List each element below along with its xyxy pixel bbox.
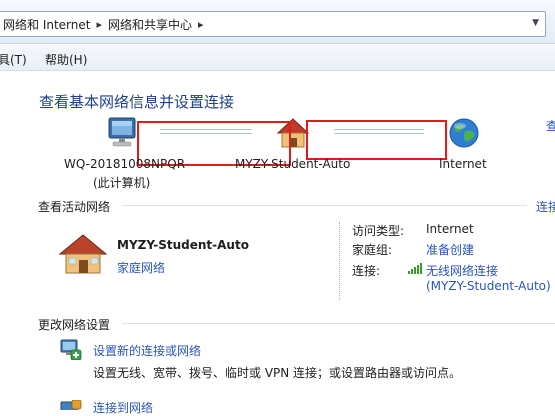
menu-bar: 具(T) 帮助(H) [0,45,555,71]
breadcrumb-separator-icon[interactable]: ▸ [198,18,204,31]
breadcrumb-network-internet[interactable]: 网络和 Internet [3,16,90,33]
section-divider [122,205,527,206]
wireless-connection-ssid[interactable]: (MYZY-Student-Auto) [426,279,551,293]
see-full-map-link[interactable]: 查 [546,117,555,134]
highlight-box [306,120,447,160]
address-bar-area: 网络和 Internet ▸ 网络和共享中心 ▸ ▼ [0,0,555,44]
menu-tools[interactable]: 具(T) [0,51,27,68]
address-bar[interactable]: 网络和 Internet ▸ 网络和共享中心 ▸ ▼ [0,11,546,37]
access-type-value: Internet [426,222,474,236]
page-title: 查看基本网络信息并设置连接 [39,93,235,111]
wireless-connection-link[interactable]: 无线网络连接 [426,262,498,279]
breadcrumb-sharing-center[interactable]: 网络和共享中心 [108,16,192,33]
computer-sub-label: (此计算机) [93,176,151,190]
setup-new-connection-desc: 设置无线、宽带、拨号、临时或 VPN 连接；或设置路由器或访问点。 [93,366,462,380]
home-network-icon [58,234,108,274]
change-settings-heading: 更改网络设置 [38,318,111,332]
connect-network-icon [60,400,82,410]
connections-label: 连接: [352,264,381,278]
setup-new-connection-link[interactable]: 设置新的连接或网络 [93,342,201,359]
breadcrumb-separator-icon[interactable]: ▸ [96,18,102,31]
access-type-label: 访问类型: [352,224,405,238]
connect-to-network-link[interactable]: 连接到网络 [93,399,153,416]
globe-icon [449,118,479,148]
network-type-link[interactable]: 家庭网络 [117,259,165,276]
computer-name-label: WQ-20181008NPQR [64,157,186,171]
network-name-label: MYZY-Student-Auto [235,157,351,171]
homegroup-label: 家庭组: [352,243,393,257]
section-divider [122,323,555,324]
menu-help[interactable]: 帮助(H) [45,51,87,68]
main-content: 查看基本网络信息并设置连接 查 WQ-20181008NPQR (此计算机) M… [0,72,555,415]
internet-label: Internet [439,157,487,171]
active-network-name: MYZY-Student-Auto [117,238,249,252]
vertical-divider [339,222,340,300]
connect-disconnect-link[interactable]: 连接 [536,198,555,215]
active-networks-heading: 查看活动网络 [38,200,111,214]
chevron-down-icon[interactable]: ▼ [532,18,539,28]
homegroup-link[interactable]: 准备创建 [426,241,474,258]
wifi-signal-icon [408,263,422,274]
new-connection-icon [60,339,82,360]
computer-icon [108,117,136,147]
